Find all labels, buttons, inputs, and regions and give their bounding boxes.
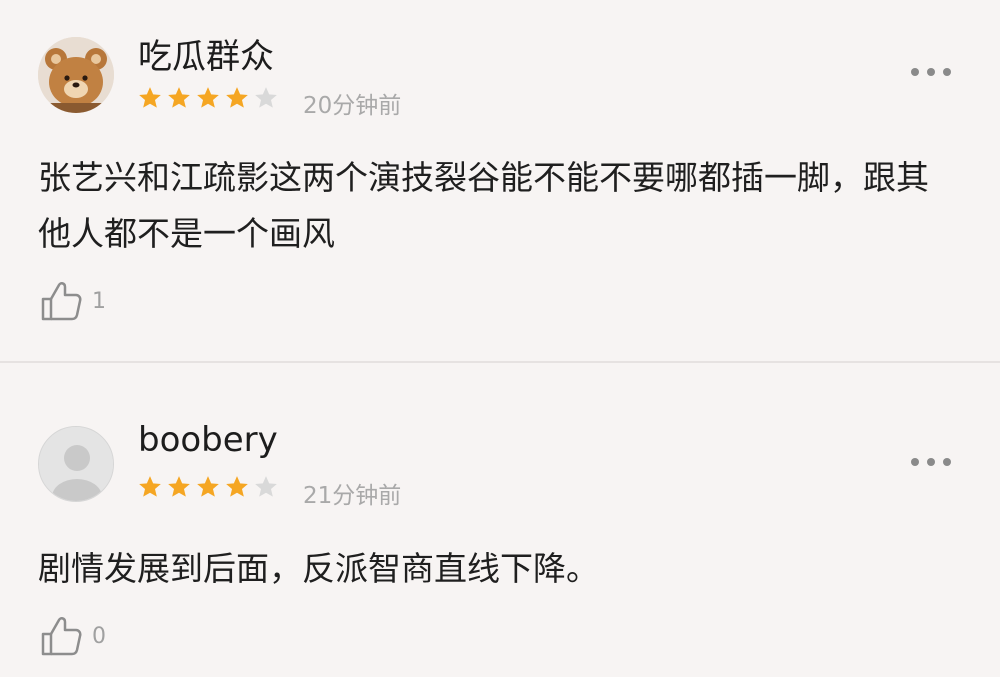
star-filled-icon [137,85,163,111]
bear-avatar-icon [38,37,114,113]
avatar[interactable] [38,426,114,502]
like-button[interactable]: 1 [40,279,106,323]
like-button[interactable]: 0 [40,614,106,658]
star-filled-icon [195,474,221,500]
thumbs-up-icon [41,282,82,321]
username[interactable]: 吃瓜群众 [138,29,274,78]
more-dots-icon[interactable] [911,456,951,468]
comment-text: 张艺兴和江疏影这两个演技裂谷能不能不要哪都插一脚，跟其他人都不是一个画风 [38,158,929,253]
star-filled-icon [195,85,221,111]
rating-stars [137,85,279,111]
comment-text: 剧情发展到后面，反派智商直线下降。 [38,549,599,588]
star-filled-icon [137,474,163,500]
default-avatar-icon [39,427,113,501]
star-empty-icon [253,85,279,111]
comment-time: 21分钟前 [303,483,402,509]
star-filled-icon [166,474,192,500]
comment-time: 20分钟前 [303,93,402,119]
rating-stars [137,474,279,500]
comment-item: boobery 21分钟前 剧情发展到后面，反派智商直线下降。 0 [0,363,1000,677]
star-filled-icon [166,85,192,111]
star-empty-icon [253,474,279,500]
like-count: 0 [92,623,106,649]
like-count: 1 [92,288,106,314]
star-filled-icon [224,85,250,111]
thumbs-up-icon [41,617,82,656]
comment-item: 吃瓜群众 20分钟前 张艺兴和江疏影这两个演技裂谷能不能不要哪都插一脚，跟其他人… [0,0,1000,362]
username[interactable]: boobery [138,420,278,460]
star-filled-icon [224,474,250,500]
more-dots-icon[interactable] [911,66,951,78]
avatar[interactable] [38,37,114,113]
